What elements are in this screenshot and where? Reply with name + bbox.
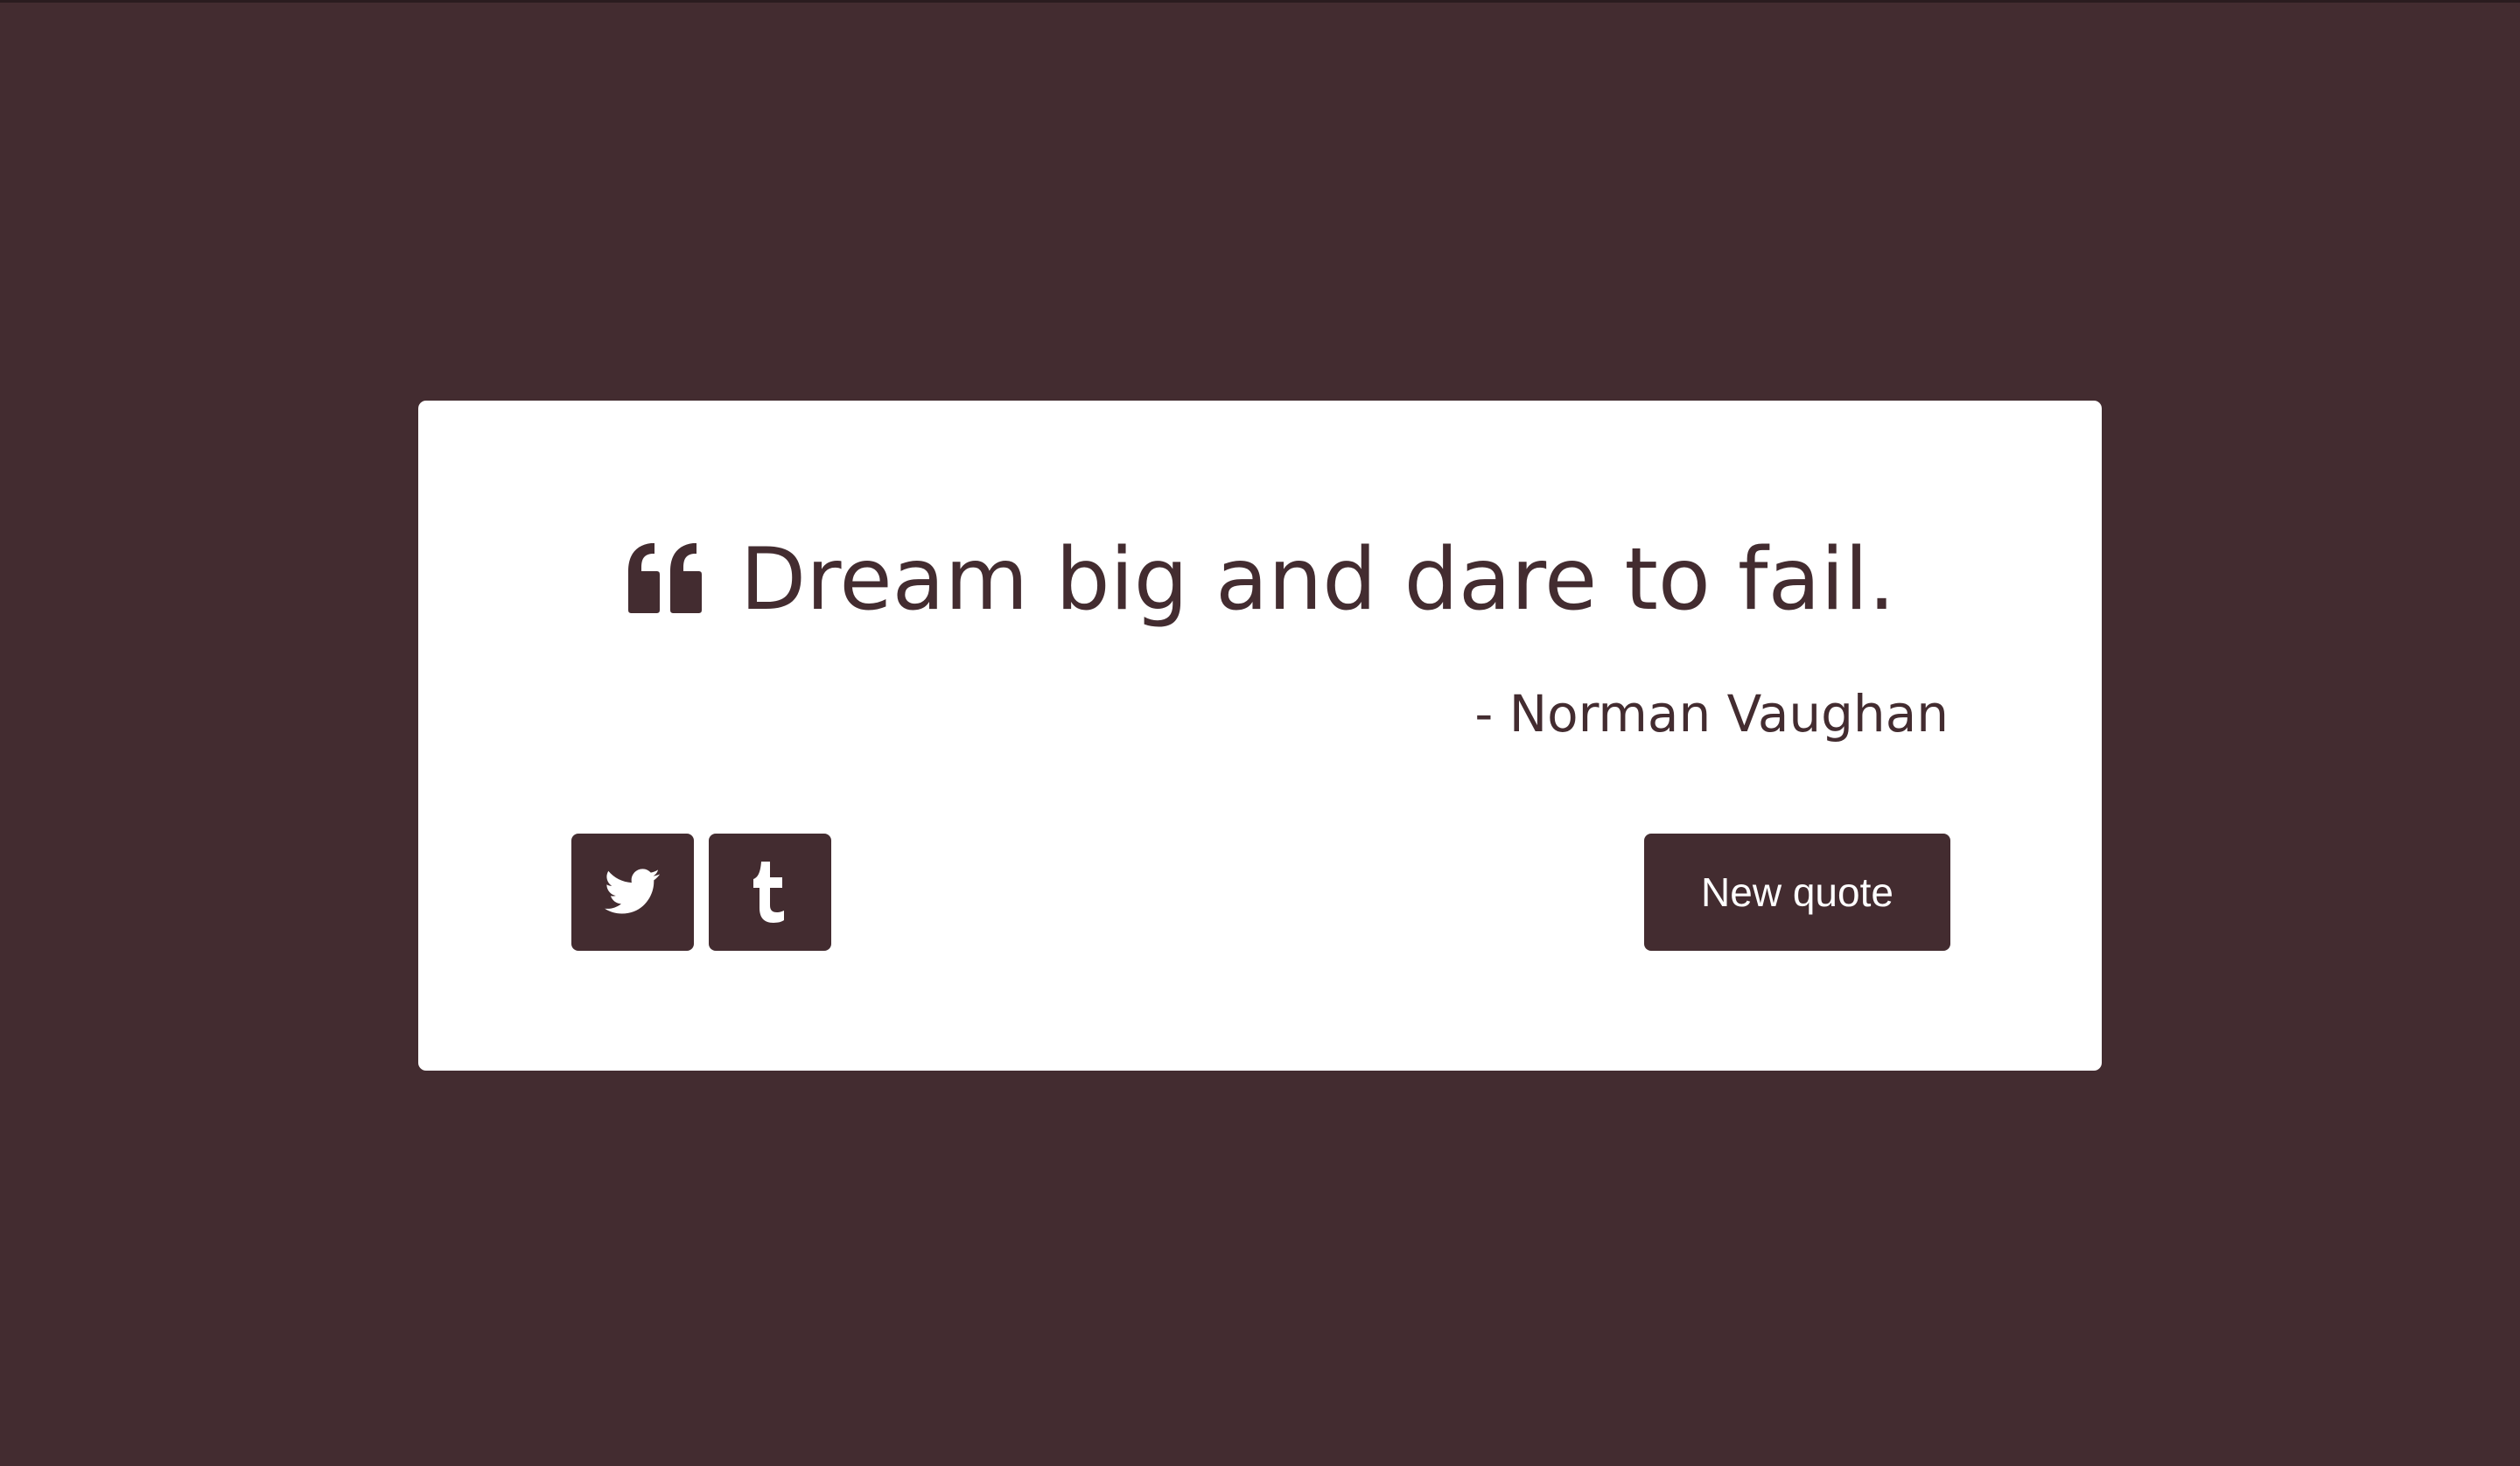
quote-text-row: Dream big and dare to fail. [418,523,2102,637]
quote-box: Dream big and dare to fail. - Norman Vau… [418,401,2102,1071]
tweet-button[interactable] [571,834,694,951]
twitter-icon [605,869,661,916]
new-quote-button[interactable]: New quote [1644,834,1950,951]
quote-text: Dream big and dare to fail. [739,530,1896,630]
tumblr-icon [752,862,788,923]
tumblr-button[interactable] [709,834,831,951]
quote-left-icon [625,541,705,615]
quote-author: - Norman Vaughan [1474,684,1949,743]
